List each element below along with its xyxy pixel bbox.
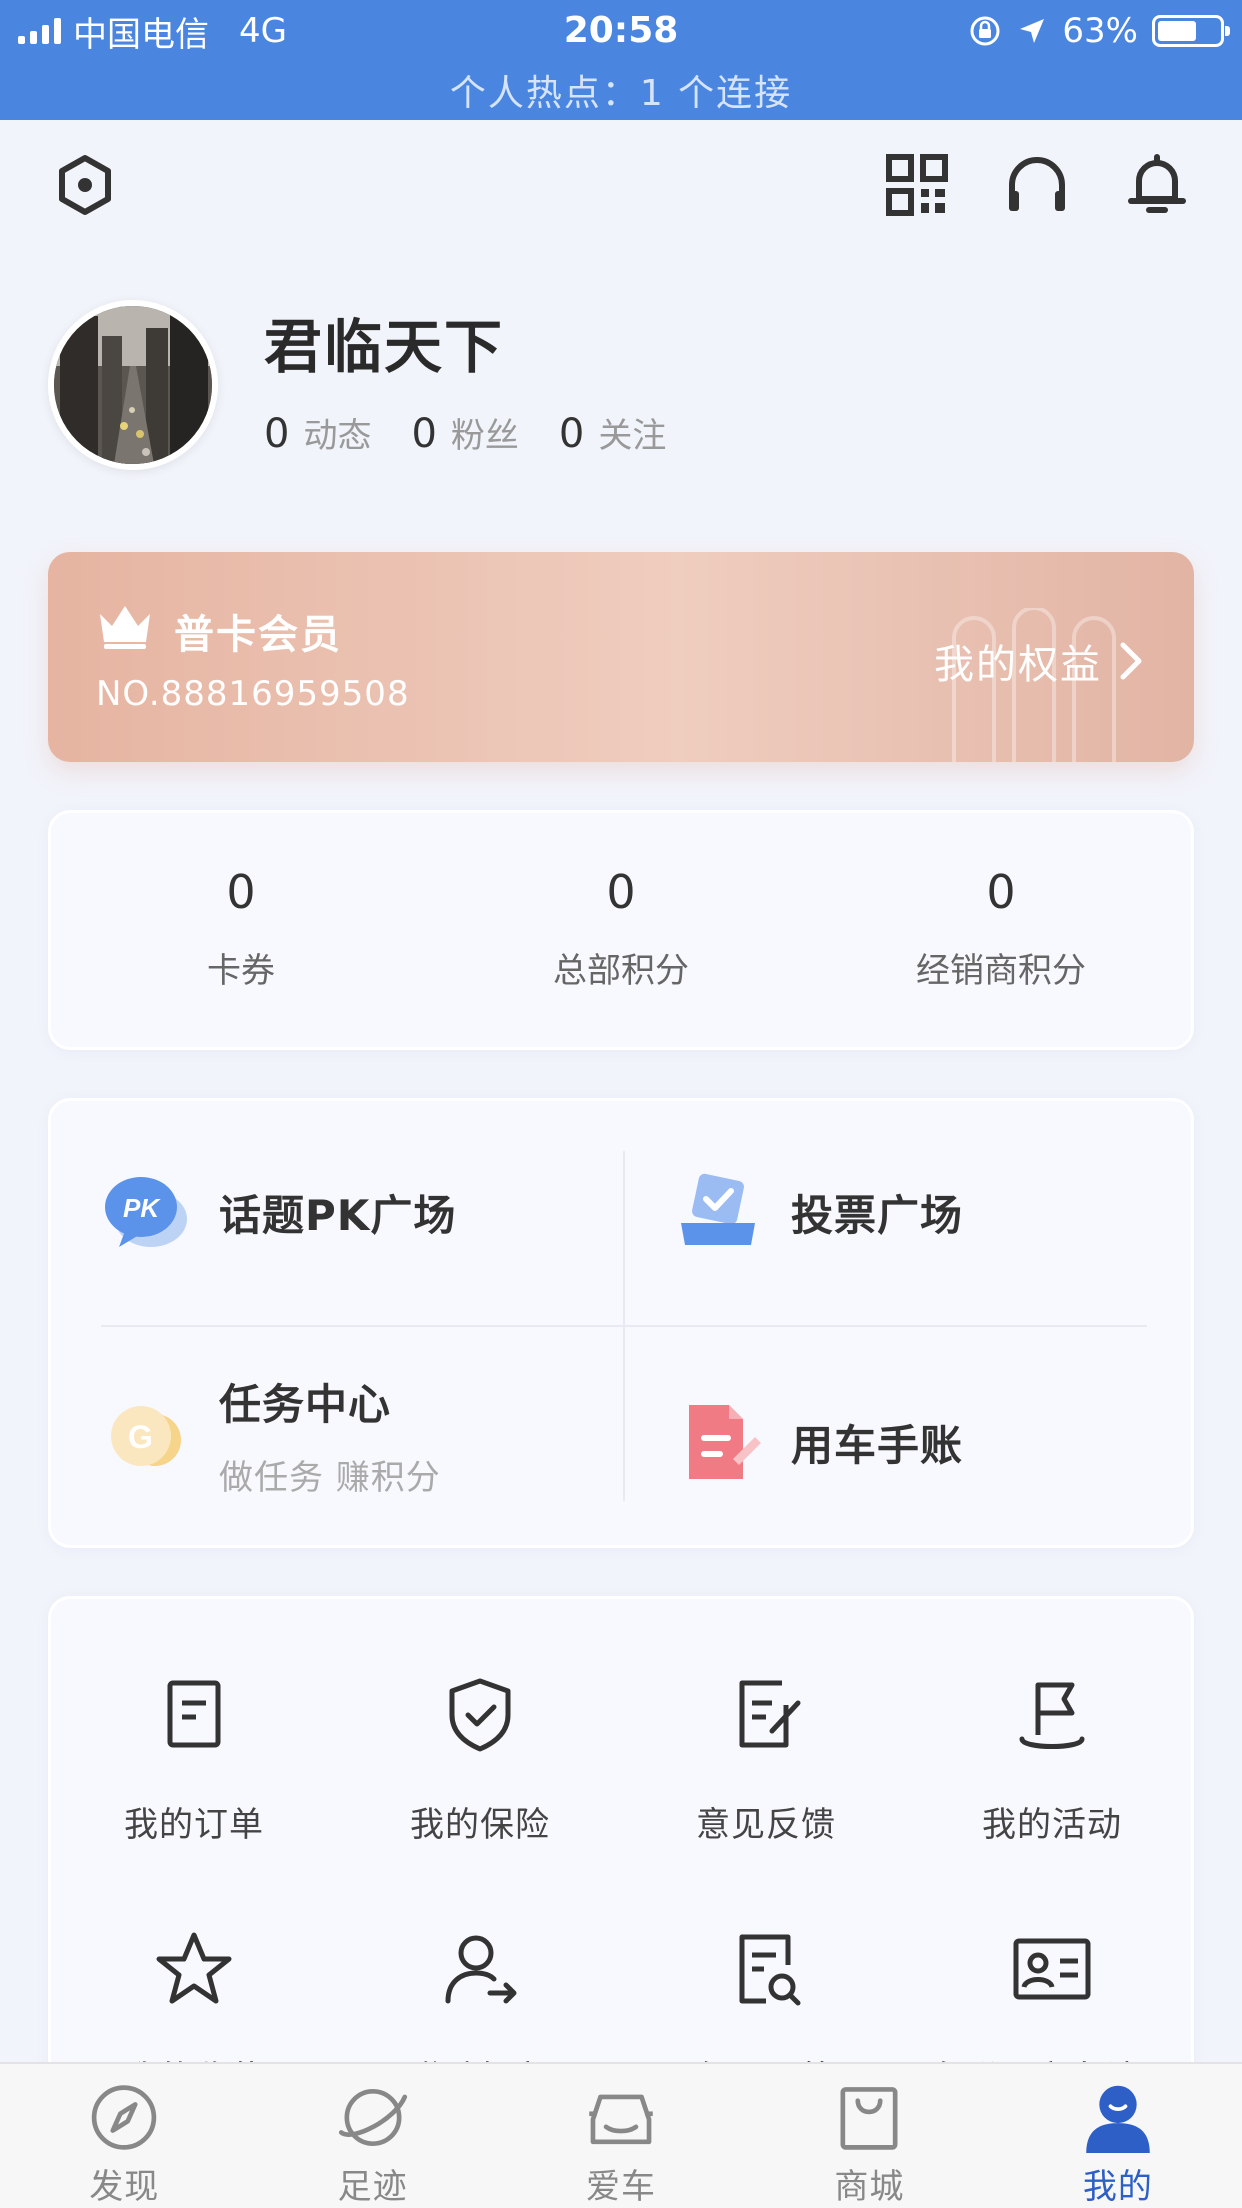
bottom-tab-bar: 发现 足迹 爱车 商城 我的 xyxy=(0,2062,1242,2208)
crown-icon xyxy=(100,606,150,649)
flag-icon xyxy=(1019,1682,1085,1749)
dealer-points-stat[interactable]: 0 经销商积分 xyxy=(811,813,1191,1047)
bell-icon[interactable] xyxy=(1120,148,1194,222)
feature-car-notebook[interactable]: 用车手账 xyxy=(673,1397,1197,1487)
compass-icon xyxy=(91,2085,157,2150)
stat-label: 粉丝 xyxy=(450,416,519,456)
feature-title: 任务中心 xyxy=(219,1380,392,1429)
coin-icon: G xyxy=(101,1390,191,1480)
notebook-icon xyxy=(673,1397,763,1487)
headset-icon[interactable] xyxy=(1000,148,1074,222)
chevron-right-icon xyxy=(1120,642,1142,680)
tab-discover[interactable]: 发现 xyxy=(0,2064,248,2208)
service-my-insurance[interactable]: 我的保险 xyxy=(337,1675,623,1846)
coupons-label: 卡券 xyxy=(207,951,275,991)
stat-following[interactable]: 0 关注 xyxy=(559,408,666,457)
service-my-activities[interactable]: 我的活动 xyxy=(909,1675,1195,1846)
tab-label: 我的 xyxy=(1082,2167,1153,2207)
features-card: PK 话题PK广场 投票广场 G 任务中心 做任务 赚积分 用车手账 xyxy=(48,1098,1194,1548)
feature-subtitle: 做任务 赚积分 xyxy=(219,1458,441,1498)
tab-label: 爱车 xyxy=(586,2167,657,2207)
tab-mall[interactable]: 商城 xyxy=(745,2064,993,2208)
coupons-stat[interactable]: 0 卡券 xyxy=(51,813,431,1047)
stat-fans[interactable]: 0 粉丝 xyxy=(411,408,518,457)
services-card: 我的订单 我的保险 意见反馈 我的活动 我的收藏 xyxy=(48,1596,1194,2116)
vote-box-icon xyxy=(673,1167,763,1257)
my-benefits-label: 我的权益 xyxy=(934,642,1102,688)
hq-points-label: 总部积分 xyxy=(553,951,689,991)
tab-my-car[interactable]: 爱车 xyxy=(497,2064,745,2208)
service-feedback[interactable]: 意见反馈 xyxy=(623,1675,909,1846)
service-label: 我的订单 xyxy=(124,1805,264,1845)
qr-code-icon[interactable] xyxy=(880,148,954,222)
shopping-bag-icon xyxy=(840,2087,898,2150)
stat-posts[interactable]: 0 动态 xyxy=(264,408,371,457)
feedback-edit-icon xyxy=(739,1680,801,1748)
my-benefits-link[interactable]: 我的权益 xyxy=(934,632,1142,690)
hq-points-stat[interactable]: 0 总部积分 xyxy=(431,813,811,1047)
feature-task-center[interactable]: G 任务中心 做任务 赚积分 xyxy=(101,1371,625,1499)
feature-topic-pk[interactable]: PK 话题PK广场 xyxy=(101,1167,625,1257)
service-label: 我的活动 xyxy=(982,1805,1122,1845)
user-icon xyxy=(1086,2085,1150,2153)
stat-label: 动态 xyxy=(303,416,372,456)
profile-name: 君临天下 xyxy=(264,313,505,381)
feature-title: 话题PK广场 xyxy=(219,1190,457,1240)
stat-value: 0 xyxy=(411,411,437,457)
avatar[interactable] xyxy=(48,300,218,470)
status-right: 63% xyxy=(968,10,1230,52)
star-icon xyxy=(156,1932,232,2004)
rotation-lock-icon xyxy=(970,16,1000,46)
stat-label: 关注 xyxy=(598,416,667,456)
status-bar: 中国电信 4G 20:58 63% 个人热点：1 个连接 xyxy=(0,0,1242,120)
tab-label: 商城 xyxy=(834,2167,905,2207)
order-icon xyxy=(167,1680,221,1748)
stat-value: 0 xyxy=(558,411,585,457)
car-icon xyxy=(589,2094,653,2145)
hotspot-banner[interactable]: 个人热点：1 个连接 xyxy=(0,64,1242,116)
service-label: 我的保险 xyxy=(410,1805,550,1845)
id-card-icon xyxy=(1013,1938,1091,2000)
divider xyxy=(101,1325,1147,1327)
feature-title: 投票广场 xyxy=(791,1190,964,1240)
invite-user-icon xyxy=(445,1935,517,2004)
feature-vote[interactable]: 投票广场 xyxy=(673,1167,1197,1257)
tab-label: 发现 xyxy=(89,2167,160,2207)
points-card: 0 卡券 0 总部积分 0 经销商积分 xyxy=(48,810,1194,1050)
doc-search-icon xyxy=(739,1934,801,2006)
service-my-orders[interactable]: 我的订单 xyxy=(51,1675,337,1846)
service-label: 意见反馈 xyxy=(696,1805,836,1845)
dealer-points-label: 经销商积分 xyxy=(916,951,1086,991)
tab-footprint[interactable]: 足迹 xyxy=(248,2064,496,2208)
planet-icon xyxy=(338,2089,407,2146)
battery-percent: 63% xyxy=(1062,11,1138,51)
profile-stats: 0 动态 0 粉丝 0 关注 xyxy=(264,408,706,457)
settings-hexagon-icon[interactable] xyxy=(48,148,122,222)
svg-text:PK: PK xyxy=(123,1193,161,1223)
dealer-points-value: 0 xyxy=(986,865,1016,919)
svg-text:G: G xyxy=(128,1419,153,1455)
battery-icon xyxy=(1152,15,1230,47)
coupons-value: 0 xyxy=(226,865,256,919)
tab-mine[interactable]: 我的 xyxy=(994,2064,1242,2208)
tab-label: 足迹 xyxy=(337,2167,408,2207)
feature-title: 用车手账 xyxy=(791,1420,964,1470)
hq-points-value: 0 xyxy=(606,865,636,919)
member-number: NO.88816959508 xyxy=(96,674,410,714)
shield-check-icon xyxy=(449,1678,511,1752)
member-level: 普卡会员 xyxy=(174,612,342,658)
membership-card[interactable]: 普卡会员 NO.88816959508 我的权益 xyxy=(48,552,1194,762)
location-arrow-icon xyxy=(1020,19,1045,43)
stat-value: 0 xyxy=(264,411,290,457)
pk-chat-icon: PK xyxy=(101,1167,191,1257)
